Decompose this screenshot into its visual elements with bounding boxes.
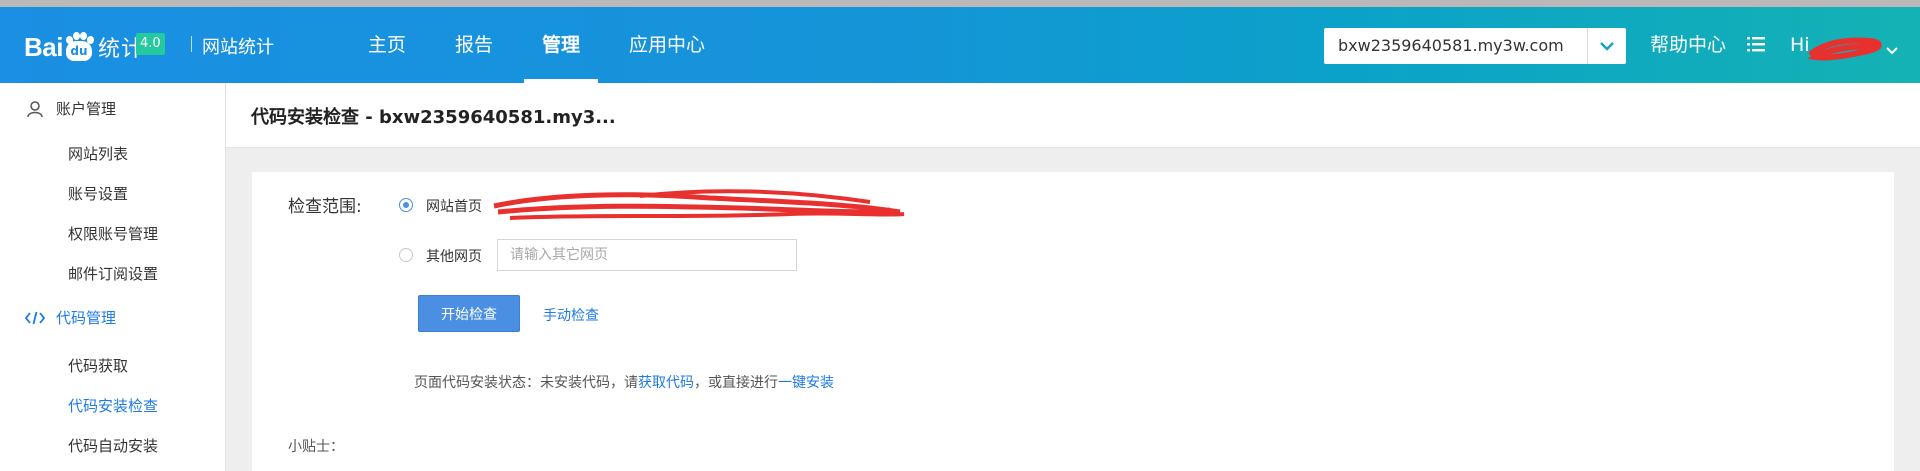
sidebar-group-label: 代码管理 [56,309,117,327]
baidu-tongji-logo[interactable]: Bai du 统计 [24,27,144,67]
nav-home[interactable]: 主页 [350,7,424,83]
chevron-down-icon[interactable] [1587,28,1626,64]
status-prefix: 页面代码安装状态：未安装代码，请 [414,375,638,391]
sidebar-item-permission-accounts[interactable]: 权限账号管理 [68,223,158,244]
user-icon [25,99,45,119]
paw-icon: du [64,32,94,62]
top-header: Bai du 统计 4.0 网站统计 主页 报告 管理 应用中心 bxw2359… [0,7,1920,83]
version-badge: 4.0 [136,33,165,55]
sidebar-item-auto-install[interactable]: 代码自动安装 [68,435,158,456]
status-middle: ，或直接进行 [694,375,778,391]
sidebar-item-site-list[interactable]: 网站列表 [68,143,128,164]
help-center-link[interactable]: 帮助中心 [1650,7,1726,83]
product-name: 网站统计 [202,37,274,58]
page-title: 代码安装检查 - bxw2359640581.my3... [251,107,616,128]
logo-divider [191,36,192,52]
check-range-label: 检查范围: [288,197,362,217]
list-menu-icon[interactable] [1746,34,1766,54]
nav-app-center[interactable]: 应用中心 [611,7,723,83]
homepage-option-label: 网站首页 [426,199,482,215]
main-nav: 主页 报告 管理 应用中心 [350,7,736,83]
other-page-option-label: 其他网页 [426,249,482,265]
other-page-radio[interactable] [399,248,413,262]
start-check-button[interactable]: 开始检查 [418,295,520,332]
logo-paw-text: du [65,41,92,61]
sidebar-item-account-settings[interactable]: 账号设置 [68,183,128,204]
page-title-bar: 代码安装检查 - bxw2359640581.my3... [226,83,1920,148]
nav-reports[interactable]: 报告 [437,7,511,83]
logo-brand-prefix: Bai [24,31,63,62]
code-check-panel: 检查范围: 网站首页 其他网页 开始检查 手动检查 页面代码安装状态：未安装代码… [252,172,1894,471]
nav-manage[interactable]: 管理 [524,7,599,83]
user-menu-chevron-icon[interactable] [1886,40,1898,59]
code-icon [25,308,45,328]
get-code-link[interactable]: 获取代码 [638,375,694,391]
site-domain-select[interactable]: bxw2359640581.my3w.com [1324,28,1626,64]
redaction-mark [493,189,905,220]
one-click-install-link[interactable]: 一键安装 [778,375,834,391]
user-greeting[interactable]: Hi [1790,7,1810,83]
redaction-mark [1808,37,1882,61]
browser-top-strip [0,0,1920,7]
sidebar-item-get-code[interactable]: 代码获取 [68,355,128,376]
sidebar-item-mail-subscription[interactable]: 邮件订阅设置 [68,263,158,284]
sidebar: 账户管理 网站列表 账号设置 权限账号管理 邮件订阅设置 代码管理 代码获取 代… [0,83,226,471]
sidebar-group-code[interactable]: 代码管理 [25,307,116,328]
install-status: 页面代码安装状态：未安装代码，请获取代码，或直接进行一键安装 [414,372,834,392]
sidebar-group-label: 账户管理 [56,100,117,118]
manual-check-link[interactable]: 手动检查 [543,305,599,325]
homepage-radio[interactable] [399,198,413,212]
tips-title: 小贴士： [288,439,344,455]
site-domain-value: bxw2359640581.my3w.com [1338,36,1564,55]
sidebar-group-account[interactable]: 账户管理 [25,98,116,119]
other-page-input[interactable] [497,239,797,271]
sidebar-item-code-check[interactable]: 代码安装检查 [68,395,158,416]
